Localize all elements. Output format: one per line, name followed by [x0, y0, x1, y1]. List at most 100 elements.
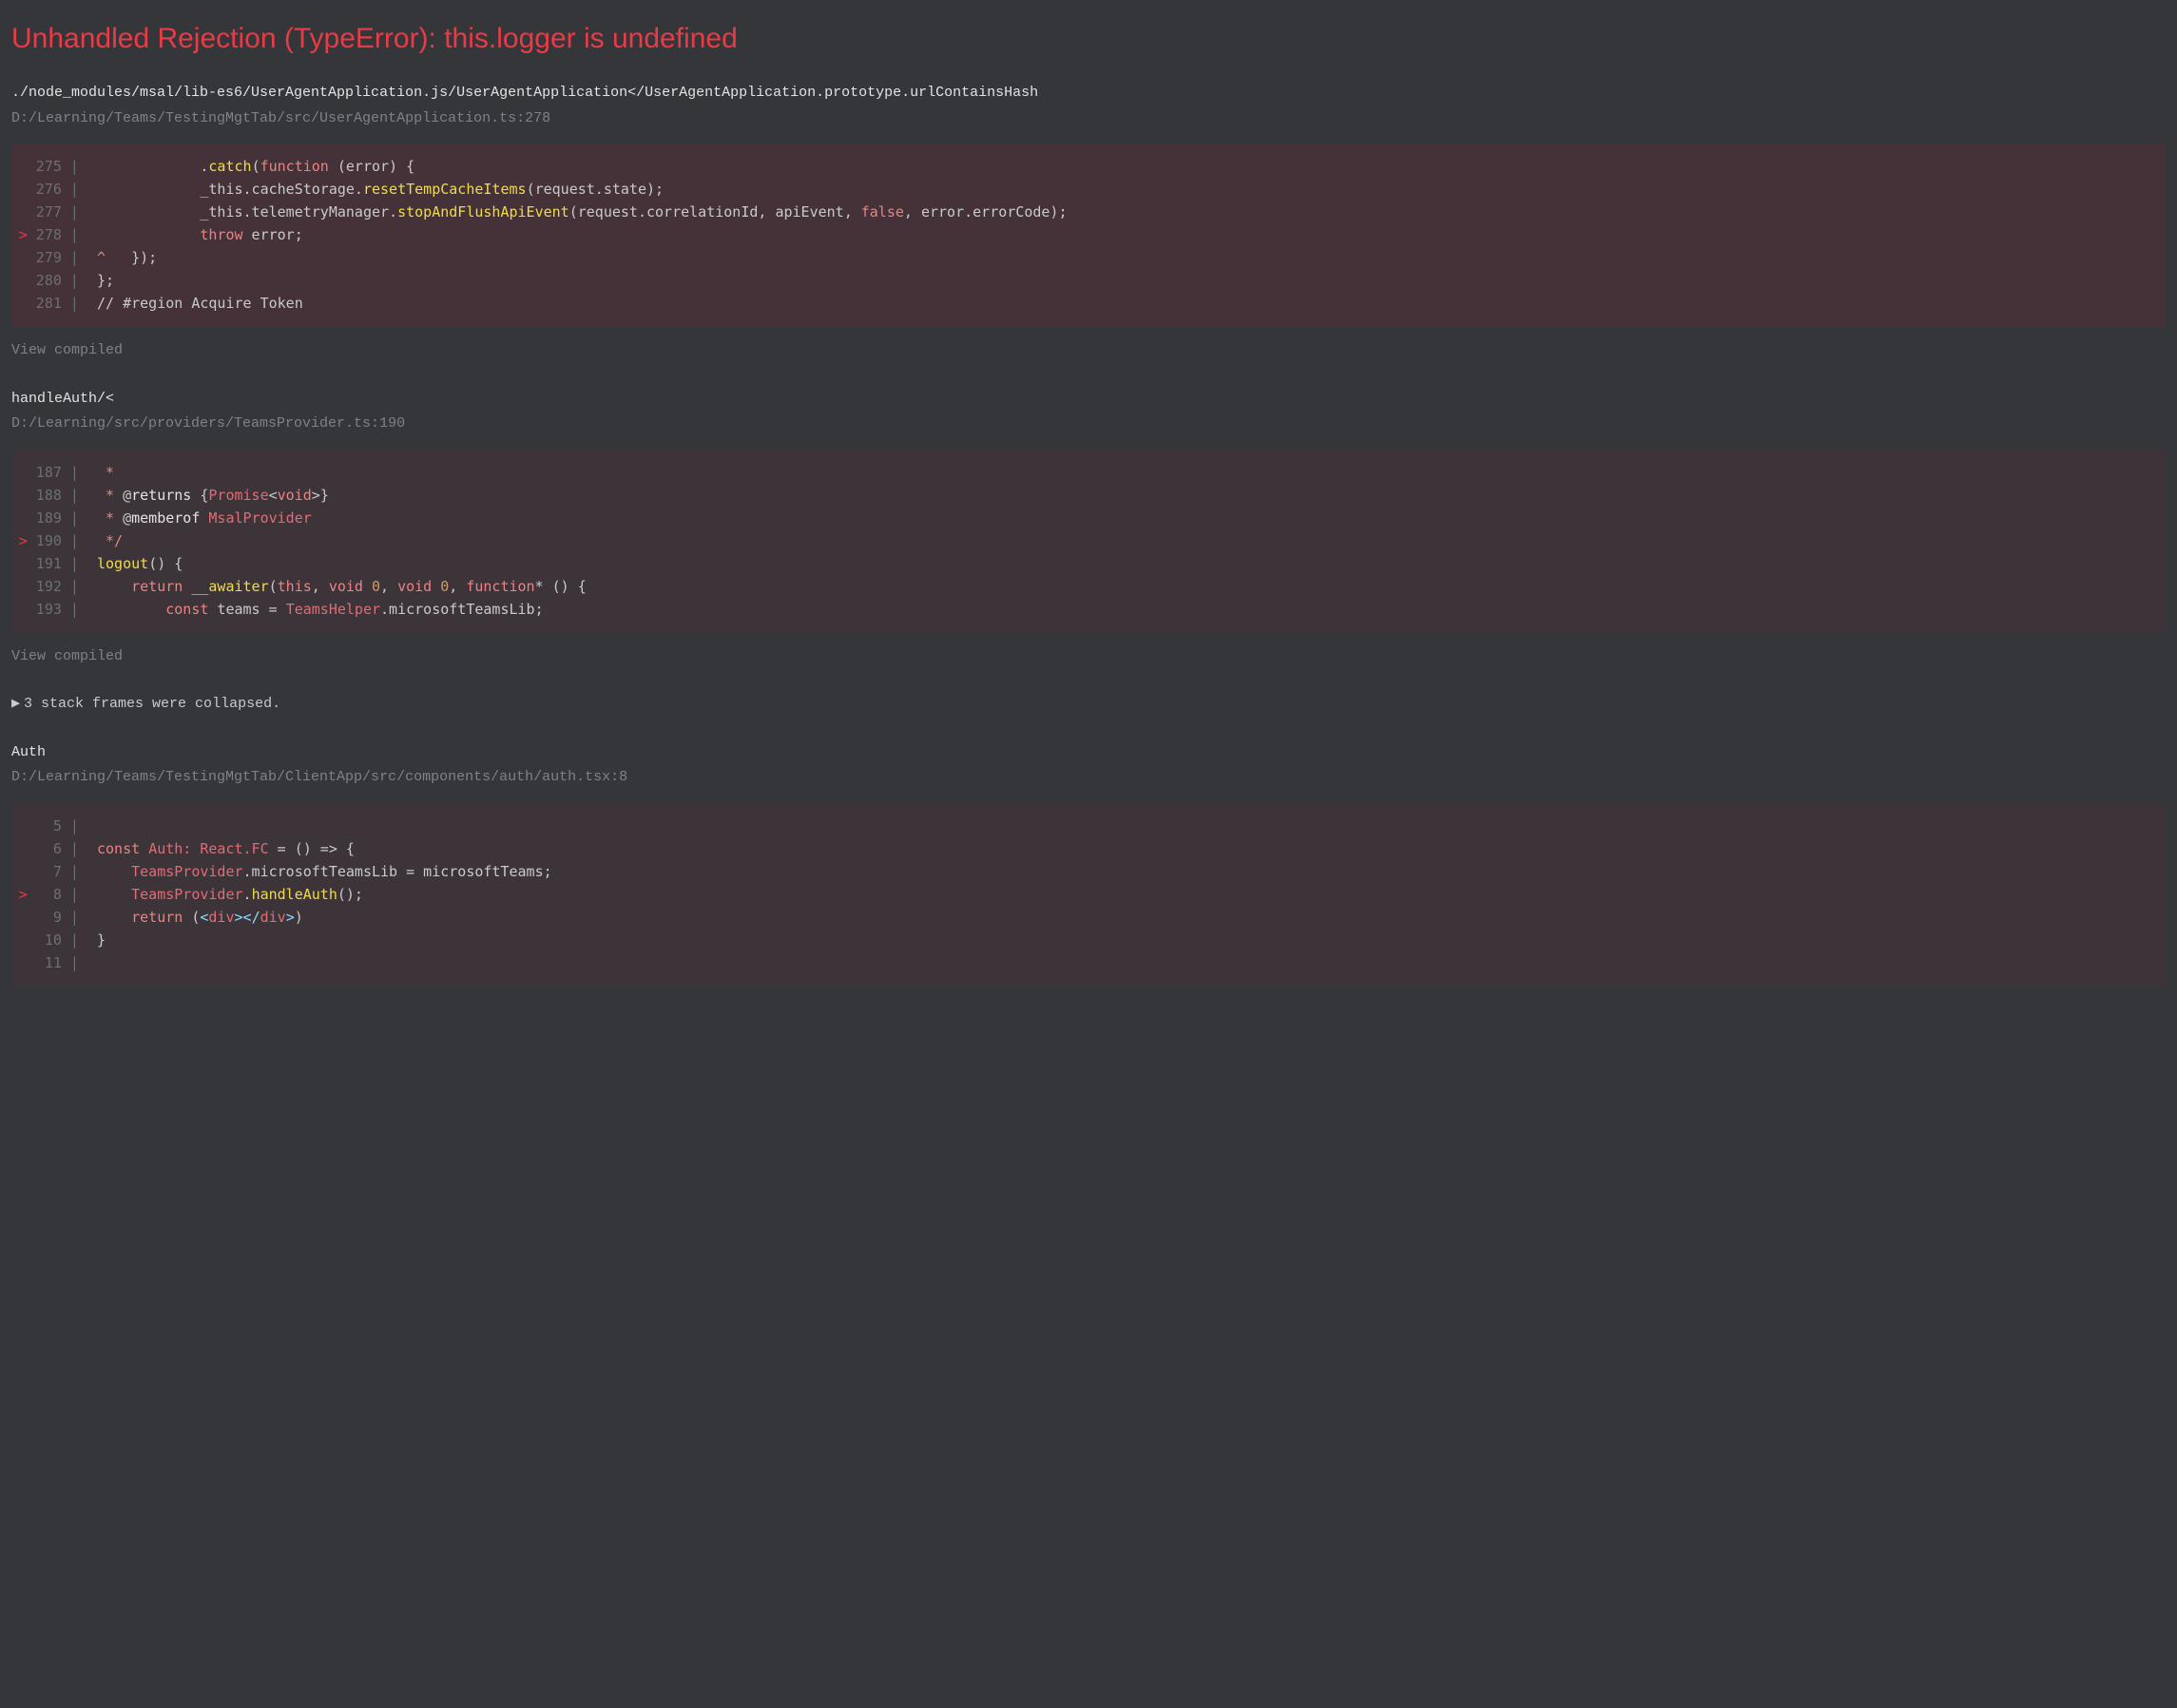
code-token: void: [329, 578, 363, 595]
line-gutter: 192 |: [11, 576, 97, 598]
code-line: 11 |: [11, 952, 2166, 975]
code-line: 5 |: [11, 816, 2166, 838]
code-token: ,: [312, 578, 329, 595]
code-token: stopAndFlushApiEvent: [397, 203, 569, 221]
view-compiled-toggle[interactable]: View compiled: [11, 646, 2166, 668]
code-line: 276 | _this.cacheStorage.resetTempCacheI…: [11, 179, 2166, 202]
code-token: __awaiter: [191, 578, 268, 595]
code-token: resetTempCacheItems: [363, 181, 527, 198]
code-token: = () => {: [269, 840, 355, 857]
line-gutter: 6 |: [11, 838, 97, 860]
code-line: > 278 | throw error;: [11, 224, 2166, 247]
code-token: };: [97, 272, 114, 289]
code-token: ^: [97, 249, 106, 266]
line-gutter: 277 |: [11, 202, 97, 223]
line-gutter: 281 |: [11, 293, 97, 315]
line-gutter: 276 |: [11, 179, 97, 201]
line-gutter: 280 |: [11, 270, 97, 292]
code-line: > 8 | TeamsProvider.handleAuth();: [11, 884, 2166, 907]
code-token: (: [183, 909, 200, 926]
code-token: }: [97, 931, 106, 949]
code-token: (: [252, 158, 260, 175]
line-gutter: 279 |: [11, 247, 97, 269]
line-gutter: 189 |: [11, 508, 97, 529]
code-token: [140, 840, 148, 857]
code-line: 187 | *: [11, 462, 2166, 485]
code-token: [97, 886, 131, 903]
collapsed-frames-toggle[interactable]: ▶3 stack frames were collapsed.: [11, 694, 2166, 716]
code-token: error;: [243, 226, 303, 243]
code-token: teams =: [208, 601, 285, 618]
stack-frame: handleAuth/< D:/Learning/src/providers/T…: [11, 389, 2166, 668]
code-token: [97, 601, 165, 618]
code-token: const: [97, 840, 140, 857]
code-token: >: [235, 909, 243, 926]
code-line: 275 | .catch(function (error) {: [11, 156, 2166, 179]
code-token: <: [243, 909, 252, 926]
frame-file-path: D:/Learning/Teams/TestingMgtTab/src/User…: [11, 108, 2166, 130]
code-token: [363, 578, 372, 595]
code-token: (: [269, 578, 278, 595]
code-line: 7 | TeamsProvider.microsoftTeamsLib = mi…: [11, 861, 2166, 884]
code-token: div: [260, 909, 286, 926]
code-token: [97, 909, 131, 926]
code-token: TeamsHelper: [286, 601, 380, 618]
code-token: void: [278, 487, 312, 504]
code-token: () {: [148, 555, 183, 572]
line-gutter: 10 |: [11, 930, 97, 951]
line-gutter: 9 |: [11, 907, 97, 929]
code-token: ,: [380, 578, 397, 595]
code-block: 5 | 6 | const Auth: React.FC = () => { 7…: [11, 804, 2166, 987]
code-token: return: [131, 909, 183, 926]
code-token: *: [97, 464, 114, 481]
line-gutter: > 8 |: [11, 884, 97, 906]
line-gutter: 7 |: [11, 861, 97, 883]
code-token: .: [97, 158, 208, 175]
code-block: 275 | .catch(function (error) { 276 | _t…: [11, 144, 2166, 327]
view-compiled-toggle[interactable]: View compiled: [11, 340, 2166, 362]
code-token: returns: [131, 487, 191, 504]
code-token: false: [861, 203, 904, 221]
frame-title: handleAuth/<: [11, 389, 2166, 411]
code-token: {: [191, 487, 208, 504]
code-token: ): [295, 909, 303, 926]
code-token: function: [466, 578, 534, 595]
stack-frame: Auth D:/Learning/Teams/TestingMgtTab/Cli…: [11, 742, 2166, 987]
frame-title: Auth: [11, 742, 2166, 764]
frame-file-path: D:/Learning/src/providers/TeamsProvider.…: [11, 413, 2166, 435]
line-gutter: 188 |: [11, 485, 97, 507]
code-token: throw: [200, 226, 242, 243]
code-token: [97, 863, 131, 880]
code-line: 10 | }: [11, 930, 2166, 952]
line-gutter: > 278 |: [11, 224, 97, 246]
code-token: function: [260, 158, 329, 175]
code-token: .: [243, 886, 252, 903]
code-token: });: [106, 249, 157, 266]
code-line: 189 | * @memberof MsalProvider: [11, 508, 2166, 530]
code-token: >: [286, 909, 295, 926]
frame-title: ./node_modules/msal/lib-es6/UserAgentApp…: [11, 83, 2166, 105]
code-token: Auth: React.FC: [148, 840, 268, 857]
code-token: (error) {: [329, 158, 414, 175]
code-token: */: [97, 532, 123, 549]
code-token: >: [312, 487, 320, 504]
code-token: memberof: [131, 509, 200, 527]
code-token: , error.errorCode);: [904, 203, 1068, 221]
code-line: 192 | return __awaiter(this, void 0, voi…: [11, 576, 2166, 599]
code-token: }: [320, 487, 329, 504]
code-token: *: [97, 487, 123, 504]
code-token: 0: [372, 578, 380, 595]
code-token: MsalProvider: [208, 509, 311, 527]
line-gutter: 193 |: [11, 599, 97, 621]
code-line: 281 | // #region Acquire Token: [11, 293, 2166, 316]
code-token: .microsoftTeamsLib;: [380, 601, 544, 618]
code-block: 187 | * 188 | * @returns {Promise<void>}…: [11, 451, 2166, 633]
frame-file-path: D:/Learning/Teams/TestingMgtTab/ClientAp…: [11, 767, 2166, 789]
code-token: ,: [449, 578, 466, 595]
code-token: void: [397, 578, 432, 595]
code-token: div: [208, 909, 234, 926]
line-gutter: 191 |: [11, 553, 97, 575]
code-token: [97, 226, 200, 243]
code-token: .microsoftTeamsLib = microsoftTeams;: [243, 863, 552, 880]
code-token: [183, 578, 191, 595]
